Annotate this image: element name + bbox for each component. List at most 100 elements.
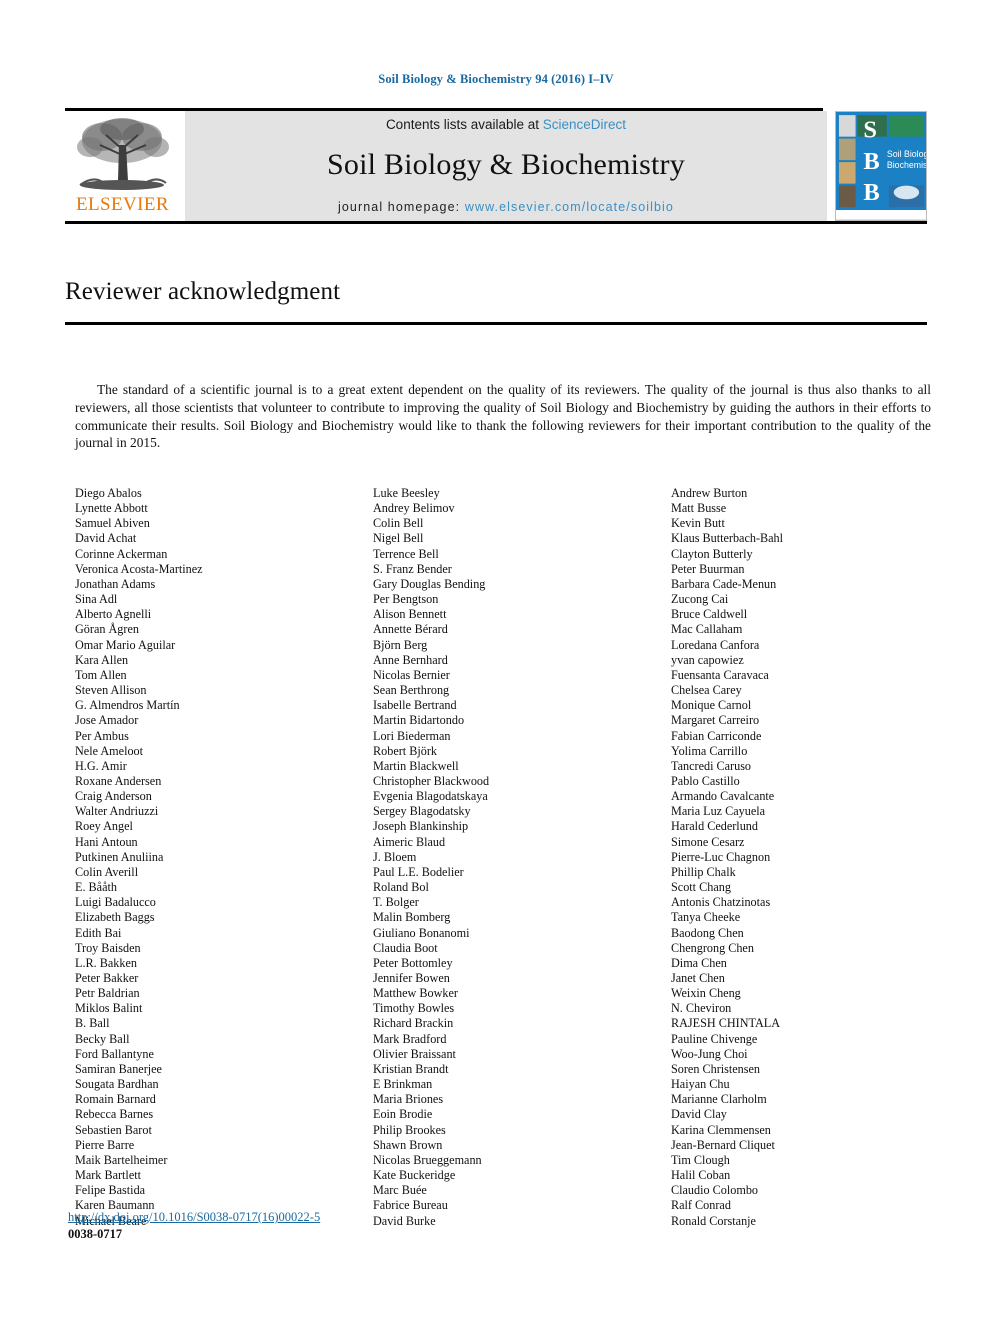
reviewer-name: Chelsea Carey bbox=[671, 683, 742, 698]
reviewer-name: Göran Ågren bbox=[75, 622, 139, 637]
reviewer-name: H.G. Amir bbox=[75, 758, 127, 773]
reviewer-name: Sougata Bardhan bbox=[75, 1077, 159, 1092]
reviewer-name: Peter Bakker bbox=[75, 971, 139, 985]
reviewer-name: N. Cheviron bbox=[671, 1001, 732, 1016]
reviewer-name: Matt Busse bbox=[671, 501, 727, 516]
reviewer-name: Mac Callaham bbox=[671, 622, 743, 637]
reviewer-name: Rebecca Barnes bbox=[75, 1107, 154, 1122]
reviewer-name: Fabian Carriconde bbox=[671, 728, 762, 743]
reviewer-name: Kate Buckeridge bbox=[373, 1168, 456, 1183]
reviewer-name: Malin Bomberg bbox=[373, 910, 451, 925]
reviewer-name: Romain Barnard bbox=[75, 1092, 156, 1107]
reviewer-name: Jennifer Bowen bbox=[373, 971, 450, 985]
reviewer-name: Bruce Caldwell bbox=[671, 607, 748, 622]
reviewer-name: Omar Mario Aguilar bbox=[75, 637, 176, 652]
reviewer-name: Mark Bradford bbox=[373, 1031, 447, 1046]
reviewer-name: Marc Buée bbox=[373, 1183, 427, 1198]
reviewer-name: Martin Blackwell bbox=[373, 758, 459, 773]
reviewer-name: Alison Bennett bbox=[373, 607, 447, 622]
reviewer-name: Chengrong Chen bbox=[671, 940, 754, 955]
reviewer-name: Timothy Bowles bbox=[373, 1001, 455, 1016]
reviewer-name: Loredana Canfora bbox=[671, 637, 760, 652]
masthead-bottom-rule bbox=[65, 221, 927, 224]
reviewer-name: Christopher Blackwood bbox=[373, 773, 490, 788]
reviewer-name: Yolima Carrillo bbox=[671, 743, 748, 758]
reviewer-name: Gary Douglas Bending bbox=[373, 576, 486, 591]
reviewer-name: Roxane Andersen bbox=[75, 773, 162, 788]
reviewer-name: Sean Berthrong bbox=[373, 683, 450, 698]
reviewer-name: Pauline Chivenge bbox=[671, 1031, 758, 1046]
reviewer-name: Clayton Butterly bbox=[671, 546, 753, 561]
reviewer-name: Sergey Blagodatsky bbox=[373, 804, 471, 819]
reviewer-name: Terrence Bell bbox=[373, 546, 439, 561]
svg-text:Biochemistry: Biochemistry bbox=[887, 160, 926, 170]
reviewer-name: Troy Baisden bbox=[75, 940, 141, 955]
reviewer-name: Janet Chen bbox=[671, 971, 725, 985]
elsevier-wordmark: ELSEVIER bbox=[76, 194, 169, 215]
journal-cover-thumbnail[interactable]: S B B Soil Biology & Biochemistry bbox=[835, 111, 927, 221]
reviewer-name: Petr Baldrian bbox=[75, 986, 140, 1001]
reviewer-name: Maria Luz Cayuela bbox=[671, 804, 766, 819]
svg-text:Soil Biology &: Soil Biology & bbox=[887, 149, 926, 159]
reviewer-name: Nicolas Brueggemann bbox=[373, 1152, 482, 1167]
svg-text:B: B bbox=[863, 179, 879, 206]
reviewer-name: Colin Bell bbox=[373, 516, 424, 531]
svg-text:B: B bbox=[863, 148, 879, 175]
title-divider bbox=[65, 322, 927, 325]
reviewer-name: Weixin Cheng bbox=[671, 986, 741, 1001]
contents-prefix: Contents lists available at bbox=[385, 116, 543, 132]
reviewer-name: Per Ambus bbox=[75, 728, 129, 743]
reviewer-name: Samuel Abiven bbox=[75, 516, 150, 531]
reviewer-column-2: Luke Beesley Andrey Belimov Colin Bell Nige… bbox=[373, 486, 671, 1229]
reviewer-name: Lynette Abbott bbox=[75, 501, 148, 516]
reviewer-name: Jose Amador bbox=[75, 713, 139, 728]
svg-text:S: S bbox=[863, 117, 877, 144]
reviewer-name: Ronald Corstanje bbox=[671, 1213, 756, 1228]
reviewer-column-1: Diego Abalos Lynette Abbott Samuel Abiven D… bbox=[75, 486, 373, 1229]
intro-paragraph: The standard of a scientific journal is … bbox=[75, 382, 931, 451]
reviewer-name: RAJESH CHINTALA bbox=[671, 1016, 781, 1031]
reviewer-name: Maik Bartelheimer bbox=[75, 1152, 168, 1167]
reviewer-name: David Burke bbox=[373, 1213, 436, 1228]
reviewer-name: S. Franz Bender bbox=[373, 561, 452, 576]
reviewer-name: Marianne Clarholm bbox=[671, 1092, 767, 1107]
reviewer-name: Phillip Chalk bbox=[671, 864, 736, 879]
reviewer-name: Elizabeth Baggs bbox=[75, 910, 155, 925]
reviewer-name: Fabrice Bureau bbox=[373, 1198, 448, 1213]
reviewer-name: David Clay bbox=[671, 1107, 727, 1122]
reviewer-name: Craig Anderson bbox=[75, 789, 152, 804]
reviewer-name: Samiran Banerjee bbox=[75, 1061, 162, 1076]
reviewer-name: E. Bååth bbox=[75, 880, 117, 895]
reviewer-name: Björn Berg bbox=[373, 637, 428, 652]
reviewer-name: Annette Bérard bbox=[373, 622, 448, 637]
reviewer-name: Anne Bernhard bbox=[373, 652, 448, 667]
doi-link[interactable]: http://dx.doi.org/10.1016/S0038-0717(16)… bbox=[68, 1210, 320, 1225]
reviewer-column-3: Andrew Burton Matt Busse Kevin Butt Klaus B… bbox=[671, 486, 931, 1229]
journal-homepage-line: journal homepage: www.elsevier.com/locat… bbox=[338, 200, 674, 214]
reviewer-name: Sebastien Barot bbox=[75, 1122, 152, 1137]
reviewer-name: L.R. Bakken bbox=[75, 955, 137, 970]
reviewer-name: Miklos Balint bbox=[75, 1001, 143, 1016]
reviewer-name: B. Ball bbox=[75, 1016, 110, 1031]
sciencedirect-link[interactable]: ScienceDirect bbox=[543, 117, 626, 132]
reviewer-name: Pierre-Luc Chagnon bbox=[671, 849, 771, 864]
reviewer-name: Pablo Castillo bbox=[671, 773, 740, 788]
reviewer-name: Tancredi Caruso bbox=[671, 758, 752, 773]
journal-homepage-link[interactable]: www.elsevier.com/locate/soilbio bbox=[465, 200, 674, 214]
masthead-center-panel: Contents lists available at ScienceDirec… bbox=[185, 111, 827, 221]
reviewer-name: Luigi Badalucco bbox=[75, 895, 156, 910]
reviewer-name: Ford Ballantyne bbox=[75, 1046, 154, 1061]
cover-art-icon: S B B Soil Biology & Biochemistry bbox=[836, 112, 926, 220]
reviewer-name: Philip Brookes bbox=[373, 1122, 446, 1137]
issn-text: 0038-0717 bbox=[68, 1227, 123, 1241]
elsevier-logo: ELSEVIER bbox=[65, 111, 180, 221]
reviewer-name: Kara Allen bbox=[75, 652, 129, 667]
reviewer-name: Sina Adl bbox=[75, 592, 118, 607]
reviewer-name: Andrey Belimov bbox=[373, 501, 455, 516]
reviewer-name: J. Bloem bbox=[373, 849, 417, 864]
reviewer-name: Harald Cederlund bbox=[671, 819, 758, 834]
reviewer-name: G. Almendros Martín bbox=[75, 698, 180, 713]
reviewer-name: Luke Beesley bbox=[373, 486, 440, 500]
reviewer-name: Diego Abalos bbox=[75, 486, 142, 500]
reviewer-name: Giuliano Bonanomi bbox=[373, 925, 470, 940]
